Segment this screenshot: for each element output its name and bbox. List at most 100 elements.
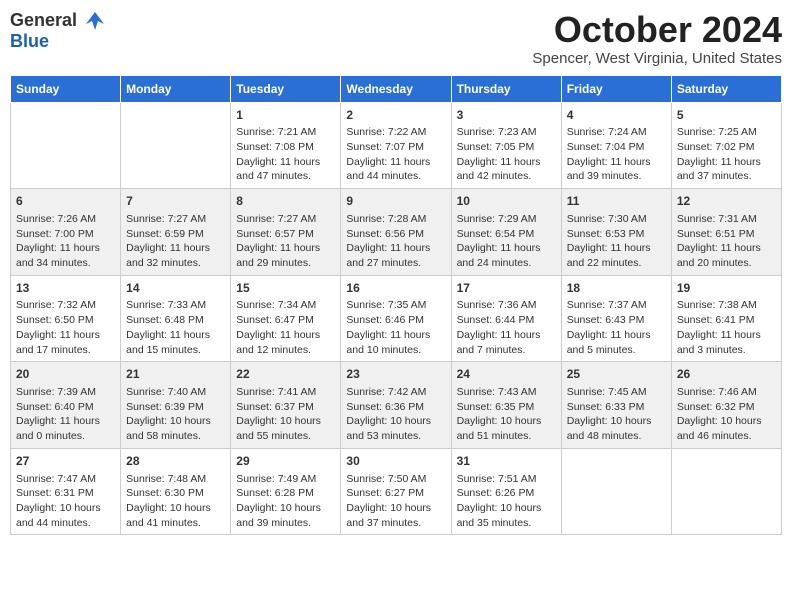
day-info-text: Sunrise: 7:30 AM xyxy=(567,212,666,227)
calendar-cell: 11Sunrise: 7:30 AMSunset: 6:53 PMDayligh… xyxy=(561,189,671,276)
calendar-cell: 1Sunrise: 7:21 AMSunset: 7:08 PMDaylight… xyxy=(231,102,341,189)
day-info-text: Sunrise: 7:36 AM xyxy=(457,298,556,313)
calendar-cell: 24Sunrise: 7:43 AMSunset: 6:35 PMDayligh… xyxy=(451,362,561,449)
day-info-text: Sunrise: 7:40 AM xyxy=(126,385,225,400)
calendar-cell xyxy=(671,448,781,535)
day-info-text: Sunrise: 7:33 AM xyxy=(126,298,225,313)
calendar-cell: 6Sunrise: 7:26 AMSunset: 7:00 PMDaylight… xyxy=(11,189,121,276)
day-number: 17 xyxy=(457,280,556,297)
logo: General Blue xyxy=(10,10,106,52)
day-number: 20 xyxy=(16,366,115,383)
calendar-cell: 14Sunrise: 7:33 AMSunset: 6:48 PMDayligh… xyxy=(121,275,231,362)
day-info-text: Sunset: 6:39 PM xyxy=(126,400,225,415)
day-info-text: Daylight: 11 hours and 34 minutes. xyxy=(16,241,115,270)
day-info-text: Daylight: 11 hours and 44 minutes. xyxy=(346,155,445,184)
calendar-cell: 9Sunrise: 7:28 AMSunset: 6:56 PMDaylight… xyxy=(341,189,451,276)
day-info-text: Daylight: 10 hours and 44 minutes. xyxy=(16,501,115,530)
day-info-text: Sunset: 7:07 PM xyxy=(346,140,445,155)
day-number: 1 xyxy=(236,107,335,124)
day-info-text: Sunrise: 7:46 AM xyxy=(677,385,776,400)
day-info-text: Sunrise: 7:43 AM xyxy=(457,385,556,400)
calendar-cell: 30Sunrise: 7:50 AMSunset: 6:27 PMDayligh… xyxy=(341,448,451,535)
day-number: 29 xyxy=(236,453,335,470)
calendar-cell: 17Sunrise: 7:36 AMSunset: 6:44 PMDayligh… xyxy=(451,275,561,362)
day-info-text: Daylight: 11 hours and 29 minutes. xyxy=(236,241,335,270)
day-info-text: Sunset: 6:46 PM xyxy=(346,313,445,328)
day-info-text: Sunset: 7:05 PM xyxy=(457,140,556,155)
day-info-text: Daylight: 10 hours and 58 minutes. xyxy=(126,414,225,443)
day-number: 28 xyxy=(126,453,225,470)
day-info-text: Daylight: 11 hours and 10 minutes. xyxy=(346,328,445,357)
day-info-text: Sunset: 6:35 PM xyxy=(457,400,556,415)
weekday-header-thursday: Thursday xyxy=(451,75,561,102)
logo-bird-icon xyxy=(84,10,106,32)
day-number: 22 xyxy=(236,366,335,383)
day-number: 24 xyxy=(457,366,556,383)
day-info-text: Sunrise: 7:48 AM xyxy=(126,472,225,487)
day-info-text: Sunrise: 7:51 AM xyxy=(457,472,556,487)
day-number: 2 xyxy=(346,107,445,124)
day-number: 6 xyxy=(16,193,115,210)
day-info-text: Daylight: 11 hours and 27 minutes. xyxy=(346,241,445,270)
day-info-text: Daylight: 10 hours and 35 minutes. xyxy=(457,501,556,530)
day-number: 9 xyxy=(346,193,445,210)
weekday-header-saturday: Saturday xyxy=(671,75,781,102)
day-number: 21 xyxy=(126,366,225,383)
weekday-header-monday: Monday xyxy=(121,75,231,102)
day-info-text: Daylight: 11 hours and 7 minutes. xyxy=(457,328,556,357)
calendar-week-row: 27Sunrise: 7:47 AMSunset: 6:31 PMDayligh… xyxy=(11,448,782,535)
day-info-text: Sunrise: 7:39 AM xyxy=(16,385,115,400)
calendar-cell: 4Sunrise: 7:24 AMSunset: 7:04 PMDaylight… xyxy=(561,102,671,189)
day-number: 15 xyxy=(236,280,335,297)
day-info-text: Sunset: 6:31 PM xyxy=(16,486,115,501)
day-info-text: Daylight: 10 hours and 55 minutes. xyxy=(236,414,335,443)
calendar-cell: 22Sunrise: 7:41 AMSunset: 6:37 PMDayligh… xyxy=(231,362,341,449)
day-number: 3 xyxy=(457,107,556,124)
day-info-text: Daylight: 10 hours and 41 minutes. xyxy=(126,501,225,530)
day-number: 16 xyxy=(346,280,445,297)
day-number: 19 xyxy=(677,280,776,297)
day-info-text: Daylight: 11 hours and 12 minutes. xyxy=(236,328,335,357)
day-info-text: Sunrise: 7:34 AM xyxy=(236,298,335,313)
day-info-text: Daylight: 11 hours and 20 minutes. xyxy=(677,241,776,270)
day-number: 12 xyxy=(677,193,776,210)
day-info-text: Daylight: 11 hours and 17 minutes. xyxy=(16,328,115,357)
calendar-cell: 29Sunrise: 7:49 AMSunset: 6:28 PMDayligh… xyxy=(231,448,341,535)
day-number: 27 xyxy=(16,453,115,470)
day-number: 14 xyxy=(126,280,225,297)
day-info-text: Daylight: 11 hours and 47 minutes. xyxy=(236,155,335,184)
calendar-cell xyxy=(11,102,121,189)
month-title: October 2024 xyxy=(532,10,782,50)
day-number: 7 xyxy=(126,193,225,210)
calendar-cell: 19Sunrise: 7:38 AMSunset: 6:41 PMDayligh… xyxy=(671,275,781,362)
calendar-cell: 3Sunrise: 7:23 AMSunset: 7:05 PMDaylight… xyxy=(451,102,561,189)
calendar-cell: 10Sunrise: 7:29 AMSunset: 6:54 PMDayligh… xyxy=(451,189,561,276)
calendar-cell xyxy=(561,448,671,535)
location-subtitle: Spencer, West Virginia, United States xyxy=(532,50,782,67)
calendar-cell: 26Sunrise: 7:46 AMSunset: 6:32 PMDayligh… xyxy=(671,362,781,449)
day-info-text: Daylight: 11 hours and 32 minutes. xyxy=(126,241,225,270)
day-info-text: Daylight: 11 hours and 37 minutes. xyxy=(677,155,776,184)
calendar-cell: 7Sunrise: 7:27 AMSunset: 6:59 PMDaylight… xyxy=(121,189,231,276)
day-number: 5 xyxy=(677,107,776,124)
day-number: 13 xyxy=(16,280,115,297)
logo-text-general: General xyxy=(10,10,106,32)
calendar-cell: 15Sunrise: 7:34 AMSunset: 6:47 PMDayligh… xyxy=(231,275,341,362)
calendar-week-row: 13Sunrise: 7:32 AMSunset: 6:50 PMDayligh… xyxy=(11,275,782,362)
day-info-text: Sunrise: 7:21 AM xyxy=(236,125,335,140)
day-info-text: Sunset: 6:48 PM xyxy=(126,313,225,328)
day-info-text: Sunset: 6:30 PM xyxy=(126,486,225,501)
day-info-text: Sunrise: 7:42 AM xyxy=(346,385,445,400)
day-info-text: Sunset: 6:37 PM xyxy=(236,400,335,415)
day-info-text: Sunset: 6:41 PM xyxy=(677,313,776,328)
day-number: 23 xyxy=(346,366,445,383)
calendar-cell: 13Sunrise: 7:32 AMSunset: 6:50 PMDayligh… xyxy=(11,275,121,362)
day-info-text: Sunrise: 7:49 AM xyxy=(236,472,335,487)
day-info-text: Sunset: 6:33 PM xyxy=(567,400,666,415)
day-number: 4 xyxy=(567,107,666,124)
calendar-cell: 12Sunrise: 7:31 AMSunset: 6:51 PMDayligh… xyxy=(671,189,781,276)
calendar-cell: 20Sunrise: 7:39 AMSunset: 6:40 PMDayligh… xyxy=(11,362,121,449)
day-info-text: Sunrise: 7:47 AM xyxy=(16,472,115,487)
weekday-header-friday: Friday xyxy=(561,75,671,102)
day-info-text: Sunset: 6:27 PM xyxy=(346,486,445,501)
